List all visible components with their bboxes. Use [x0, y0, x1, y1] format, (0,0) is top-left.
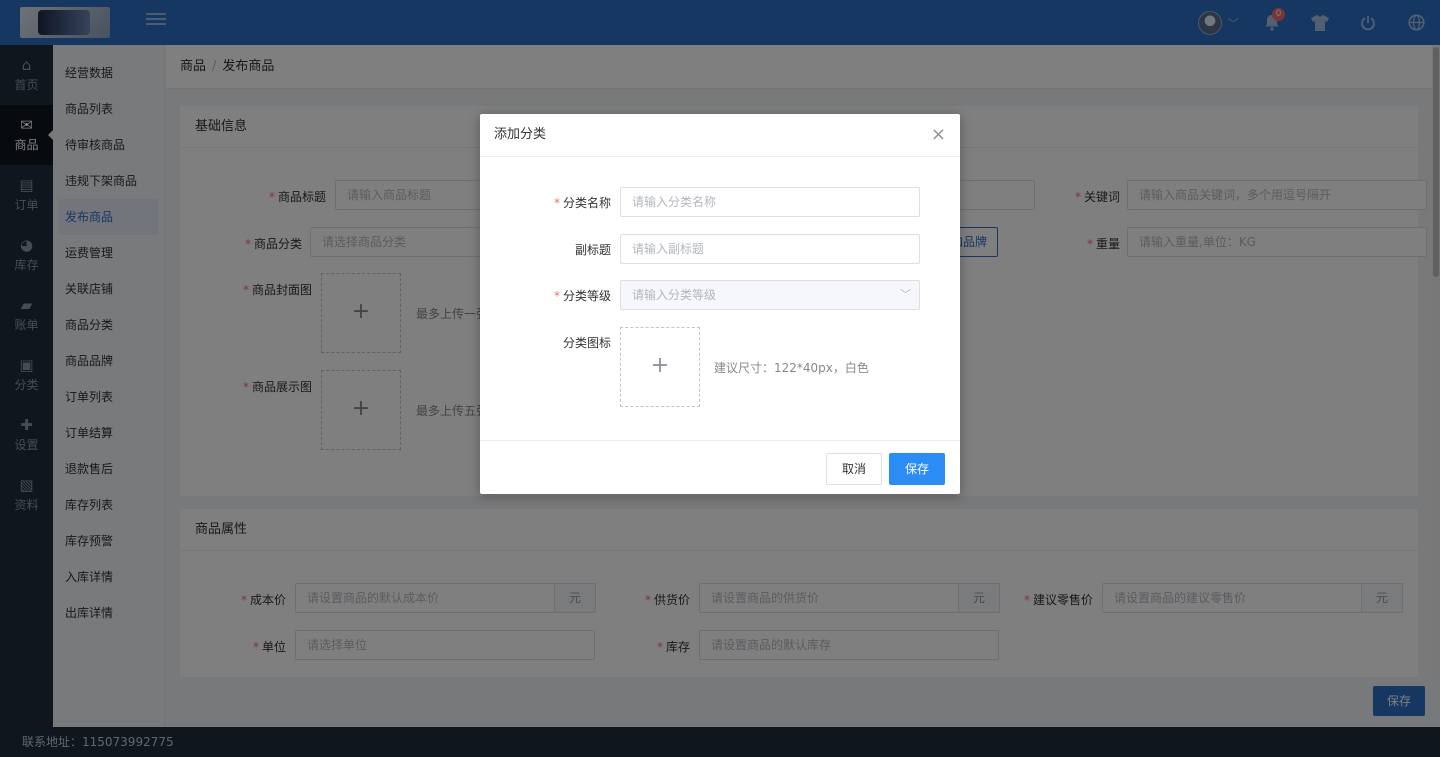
dialog-header: 添加分类 × — [480, 114, 960, 157]
category-level-placeholder: 请输入分类等级 — [632, 288, 717, 302]
close-icon[interactable]: × — [931, 114, 946, 156]
save-button[interactable]: 保存 — [889, 453, 945, 485]
subtitle-input[interactable]: 请输入副标题 — [620, 234, 920, 264]
category-icon-upload[interactable]: + — [620, 327, 700, 407]
category-name-input[interactable]: 请输入分类名称 — [620, 187, 920, 217]
add-category-dialog: 添加分类 × * 分类名称 请输入分类名称 副标题 请输入副标题 * 分类等级 请输… — [480, 114, 960, 494]
category-icon-label: 分类图标 — [562, 336, 611, 350]
icon-size-hint: 建议尺寸：122*40px，白色 — [714, 361, 869, 375]
chevron-down-icon: ﹀ — [900, 288, 911, 301]
dialog-title: 添加分类 — [494, 127, 547, 142]
dialog-footer: 取消 保存 — [480, 440, 960, 494]
subtitle-label: 副标题 — [574, 243, 611, 257]
category-level-label: * 分类等级 — [553, 289, 611, 303]
category-level-select[interactable]: 请输入分类等级 ﹀ — [620, 280, 920, 310]
category-name-label: * 分类名称 — [553, 196, 611, 210]
plus-icon: + — [650, 353, 670, 378]
cancel-button[interactable]: 取消 — [826, 453, 882, 485]
